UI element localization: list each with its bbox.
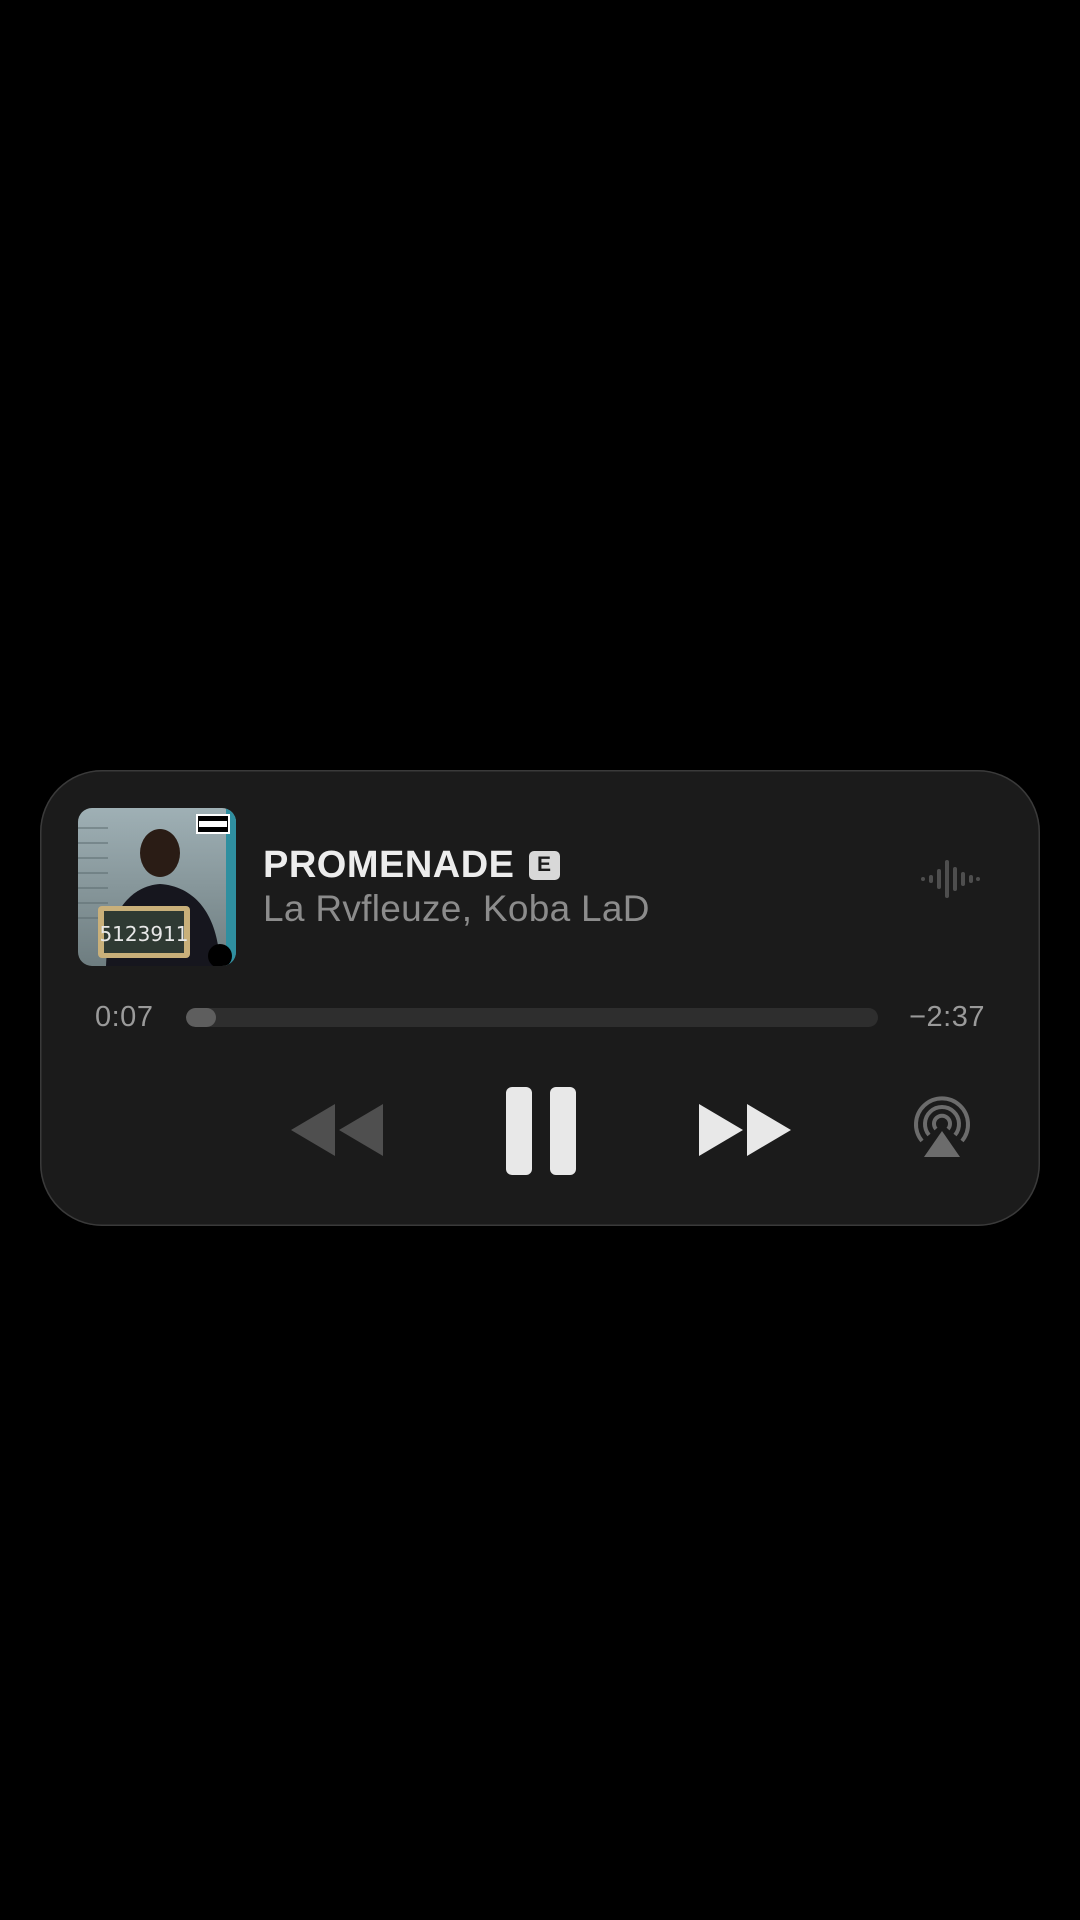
progress-scrubber[interactable]: [186, 1008, 878, 1027]
lock-screen: 5123911 PROMENADE E La Rvfleuze, Koba La…: [0, 0, 1080, 1920]
pause-icon[interactable]: [504, 1085, 578, 1177]
album-artwork[interactable]: 5123911: [78, 808, 236, 966]
fast-forward-icon[interactable]: [695, 1100, 795, 1160]
time-remaining: −2:37: [909, 1001, 985, 1033]
progress-fill: [186, 1008, 216, 1027]
rewind-icon[interactable]: [287, 1100, 387, 1160]
now-playing-widget[interactable]: 5123911 PROMENADE E La Rvfleuze, Koba La…: [40, 770, 1040, 1226]
airplay-icon[interactable]: [910, 1095, 974, 1159]
artwork-sign-text: 5123911: [99, 922, 188, 946]
track-title[interactable]: PROMENADE: [263, 844, 515, 887]
time-elapsed: 0:07: [95, 1001, 154, 1033]
waveform-icon: [921, 860, 980, 898]
track-title-row: PROMENADE E: [263, 840, 560, 890]
track-artist[interactable]: La Rvfleuze, Koba LaD: [263, 888, 650, 930]
explicit-badge: E: [528, 850, 560, 880]
